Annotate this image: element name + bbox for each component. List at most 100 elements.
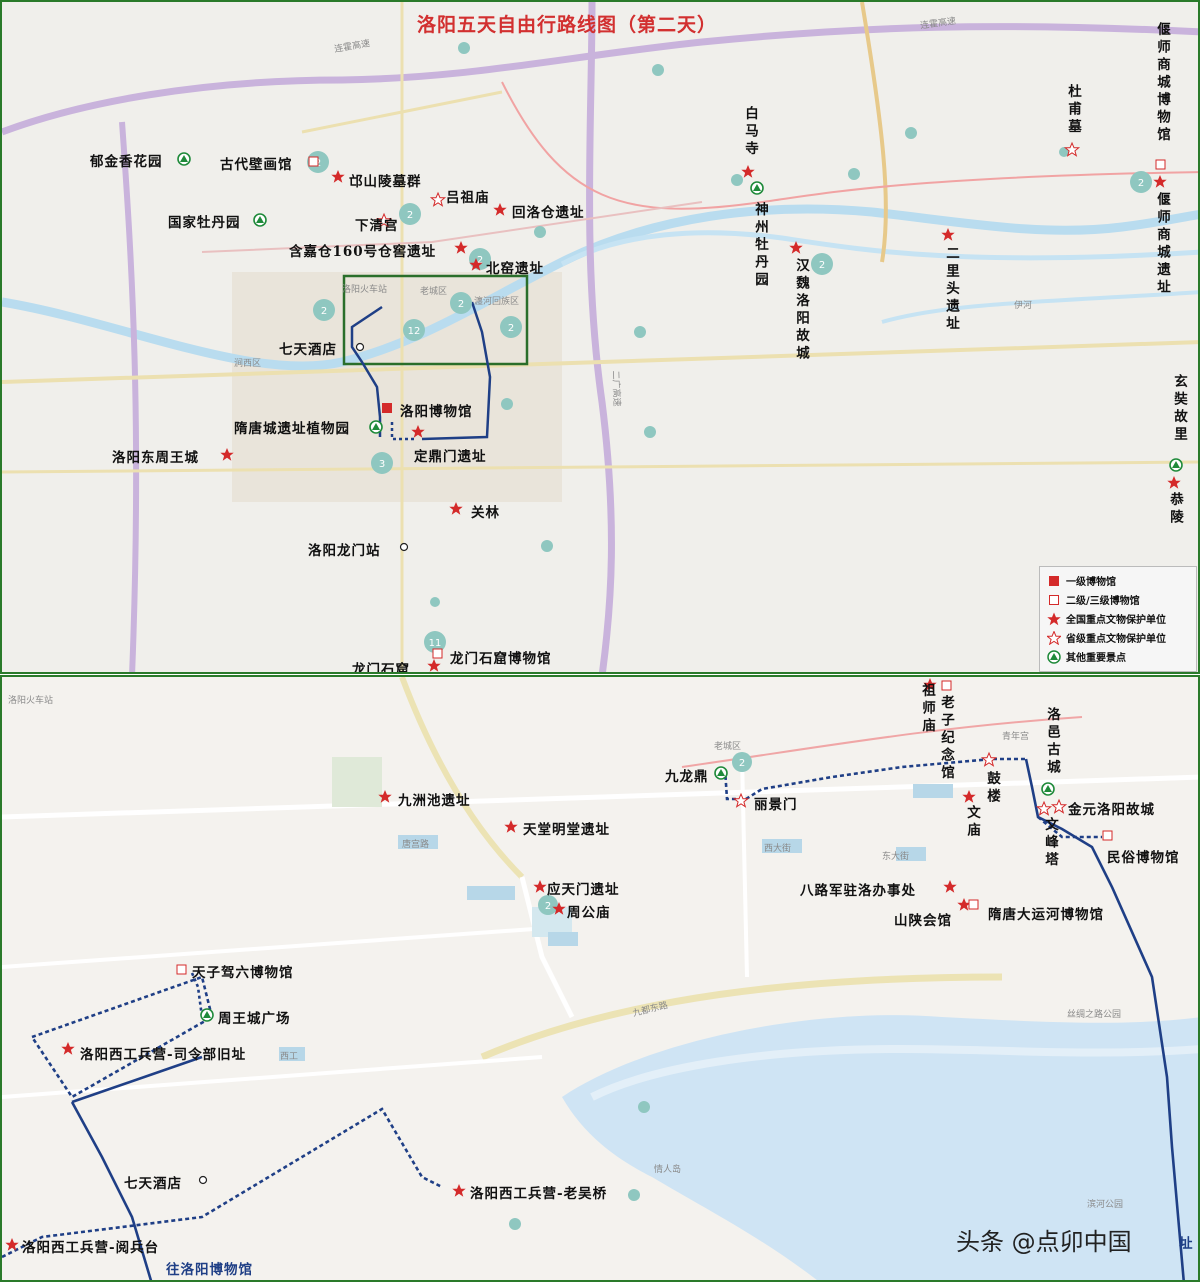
svg-text:2: 2 — [458, 299, 464, 310]
label-dufu: 杜甫墓 — [1065, 84, 1081, 137]
label-wenfengta: 文峰塔 — [1042, 817, 1058, 870]
label-jinyuan: 金元洛阳故城 — [1068, 802, 1155, 818]
svg-text:2: 2 — [321, 306, 327, 317]
label-dongzhou: 洛阳东周王城 — [112, 450, 199, 466]
place-label: 情人岛 — [654, 1165, 682, 1175]
label-zhougongmiao: 周公庙 — [567, 905, 611, 921]
place-label: 滨河公园 — [1087, 1200, 1124, 1210]
label-wenmiao: 文庙 — [964, 805, 980, 840]
svg-text:2: 2 — [739, 758, 745, 769]
map-title: 洛阳五天自由行路线图（第二天） — [417, 14, 718, 36]
place-label: 青年宫 — [1002, 732, 1030, 742]
green-triangle-icon — [1046, 649, 1062, 664]
svg-text:11: 11 — [429, 638, 442, 649]
street-label: 唐宫路 — [402, 840, 430, 850]
label-lvzu: 吕祖庙 — [446, 190, 490, 206]
label-yingtianmen: 应天门遗址 — [547, 882, 620, 898]
svg-text:2: 2 — [407, 210, 413, 221]
street-label: 西大街 — [764, 844, 792, 854]
label-laozi: 老子纪念馆 — [938, 695, 954, 783]
label-tianzi-museum: 天子驾六博物馆 — [192, 965, 294, 981]
label-zushi: 祖师庙 — [919, 683, 935, 736]
label-tiantang: 天堂明堂遗址 — [523, 822, 610, 838]
red-star-icon — [1046, 612, 1062, 626]
legend-label: 二级/三级博物馆 — [1066, 596, 1140, 607]
map-panel-old-city-detail: 2 2 洛阳火车站 东大街 西大街 唐宫路 西工 情人岛 滨河公园 丝绸之路公园… — [0, 675, 1200, 1282]
label-longmen-museum: 龙门石窟博物馆 — [450, 651, 552, 667]
map-legend: 一级博物馆 二级/三级博物馆 全国重点文物保护单位 省级重点文物保护单位 其他重… — [1039, 566, 1197, 672]
label-luoyang-museum: 洛阳博物馆 — [400, 404, 473, 420]
label-guanlin: 关林 — [471, 505, 500, 521]
label-zhouwang-square: 周王城广场 — [218, 1011, 291, 1027]
label-hanjiacang: 含嘉仓160号仓窖遗址 — [289, 244, 437, 260]
highway-label: 二广高速 — [609, 370, 622, 407]
legend-row: 省级重点文物保护单位 — [1046, 628, 1190, 647]
station-label: 洛阳火车站 — [8, 696, 54, 706]
museum-marker — [382, 403, 392, 413]
place-label: 丝绸之路公园 — [1067, 1010, 1122, 1020]
label-hanwei: 汉魏洛阳故城 — [793, 258, 809, 363]
district-label: 涧西区 — [234, 359, 262, 369]
svg-text:2: 2 — [508, 323, 514, 334]
label-shenzhou: 神州牡丹园 — [752, 202, 768, 290]
label-jiulongding: 九龙鼎 — [665, 769, 709, 785]
label-balujun: 八路军驻洛办事处 — [800, 883, 916, 899]
label-mudan-yuan: 国家牡丹园 — [168, 215, 241, 231]
label-baima: 白马寺 — [742, 106, 758, 159]
label-gudai-bihua: 古代壁画馆 — [220, 157, 293, 173]
hollow-star-icon — [1046, 630, 1062, 645]
legend-label: 一级博物馆 — [1066, 577, 1116, 588]
label-shanshan: 山陕会馆 — [894, 913, 952, 929]
label-longmen-grottoes: 龙门石窟 — [352, 662, 410, 674]
district-label: 老城区 — [420, 287, 448, 297]
label-gongling: 恭陵 — [1167, 492, 1183, 527]
label-xigong-hq: 洛阳西工兵营-司令部旧址 — [80, 1047, 247, 1063]
label-qitian-hotel: 七天酒店 — [124, 1176, 182, 1192]
watermark: 头条 @点卯中国 — [956, 1228, 1132, 1256]
label-site-suffix: 址 — [1179, 1236, 1194, 1252]
label-luoyi: 洛邑古城 — [1044, 707, 1060, 777]
label-gulou: 鼓楼 — [984, 771, 1000, 806]
legend-label: 全国重点文物保护单位 — [1066, 615, 1166, 626]
legend-row: 二级/三级博物馆 — [1046, 590, 1190, 609]
red-square-icon — [1046, 575, 1062, 586]
svg-text:2: 2 — [819, 260, 825, 271]
label-erlitou: 二里头遗址 — [943, 246, 959, 334]
overview-map-canvas: 2 2 2 2 12 2 2 3 11 2 2 — [2, 2, 1198, 672]
street-label: 东大街 — [882, 852, 910, 862]
label-xigong-bridge: 洛阳西工兵营-老吴桥 — [470, 1186, 608, 1202]
legend-label: 其他重要景点 — [1066, 653, 1126, 664]
label-yujinxiang: 郁金香花园 — [90, 154, 163, 170]
label-beiyao: 北窑遗址 — [486, 261, 544, 277]
label-suitang-botanic: 隋唐城遗址植物园 — [234, 421, 350, 437]
svg-text:2: 2 — [545, 901, 551, 912]
legend-row: 一级博物馆 — [1046, 571, 1190, 590]
map-panel-day2-overview: 2 2 2 2 12 2 2 3 11 2 2 — [0, 0, 1200, 674]
legend-label: 省级重点文物保护单位 — [1066, 634, 1166, 645]
label-yanshi-site: 偃师商城遗址 — [1154, 192, 1170, 297]
label-huiluocang: 回洛仓遗址 — [512, 205, 585, 221]
label-jiuzhouchi: 九洲池遗址 — [398, 793, 471, 809]
label-qitian-hotel: 七天酒店 — [279, 342, 337, 358]
station-label: 洛阳火车站 — [342, 285, 388, 295]
label-mangshan: 邙山陵墓群 — [349, 174, 422, 190]
street-label: 西工 — [280, 1052, 299, 1062]
label-minsu-museum: 民俗博物馆 — [1107, 850, 1180, 866]
label-lijingmen: 丽景门 — [754, 797, 798, 813]
river-label: 伊河 — [1014, 301, 1033, 311]
district-label: 瀍河回族区 — [474, 297, 520, 307]
label-to-museum: 往洛阳博物馆 — [166, 1262, 253, 1278]
svg-text:12: 12 — [408, 326, 421, 337]
label-yanshi-museum: 偃师商城博物馆 — [1154, 22, 1170, 145]
district-label: 老城区 — [714, 742, 742, 752]
label-xiaqing: 下清宫 — [355, 218, 399, 234]
legend-row: 全国重点文物保护单位 — [1046, 609, 1190, 628]
legend-row: 其他重要景点 — [1046, 647, 1190, 666]
label-xigong-parade: 洛阳西工兵营-阅兵台 — [22, 1240, 160, 1256]
label-longmen-station: 洛阳龙门站 — [308, 543, 381, 559]
label-xuanzang: 玄奘故里 — [1171, 374, 1187, 444]
label-dingding: 定鼎门遗址 — [414, 449, 487, 465]
label-canal-museum: 隋唐大运河博物馆 — [988, 907, 1104, 923]
hollow-square-icon — [1046, 594, 1062, 605]
svg-text:2: 2 — [1138, 178, 1144, 189]
